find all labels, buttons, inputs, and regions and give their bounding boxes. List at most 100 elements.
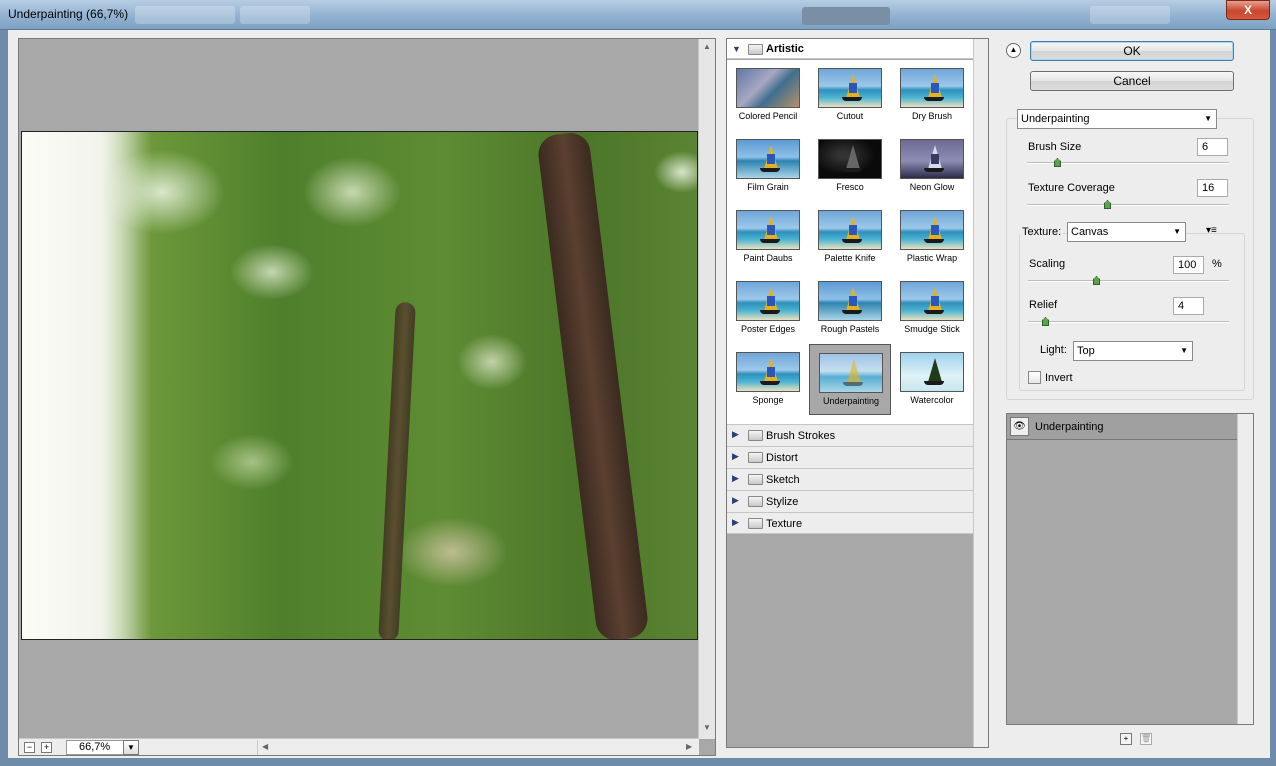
category-distort[interactable]: ▶ Distort [727,446,974,468]
thumbnail-image [900,139,964,179]
preview-horizontal-scrollbar[interactable]: ◀ ▶ [257,740,699,755]
tree-trunk [378,301,416,639]
thumb-label: Rough Pastels [820,324,880,334]
effect-layer-name: Underpainting [1035,421,1104,433]
category-label: Distort [766,452,798,464]
category-label: Texture [766,518,803,530]
delete-effect-layer-icon[interactable]: 🗑 [1140,733,1152,745]
background-search-ghost [1090,6,1170,24]
thumb-fresco[interactable]: Fresco [809,131,891,202]
scaling-input[interactable]: 100 [1173,256,1204,274]
invert-label: Invert [1045,372,1073,384]
thumb-cutout[interactable]: Cutout [809,60,891,131]
folder-icon [748,452,763,463]
preview-image[interactable] [21,131,698,640]
thumb-label: Underpainting [822,396,880,406]
folder-icon [748,474,763,485]
thumb-label: Neon Glow [909,182,955,192]
filter-select[interactable]: Underpainting ▼ [1017,109,1217,129]
cancel-button[interactable]: Cancel [1030,71,1234,91]
texture-menu-icon[interactable]: ▾≡ [1206,225,1217,236]
zoom-in-button[interactable]: + [41,742,52,753]
close-button[interactable]: X [1226,0,1270,20]
thumb-label: Colored Pencil [738,111,798,121]
thumb-watercolor[interactable]: Watercolor [891,344,973,415]
zoom-out-button[interactable]: − [24,742,35,753]
filter-settings-group: Underpainting ▼ Brush Size 6 Texture Cov… [1006,109,1254,400]
thumb-palette-knife[interactable]: Palette Knife [809,202,891,273]
folder-icon [748,496,763,507]
zoom-dropdown-button[interactable]: ▼ [123,740,139,755]
preview-pane[interactable]: ▲ ▼ − + 66,7% ▼ ◀ ▶ [18,38,716,756]
layers-scrollbar[interactable] [1237,414,1253,724]
thumb-underpainting[interactable]: Underpainting [809,344,891,415]
scroll-left-arrow-icon[interactable]: ◀ [262,742,268,751]
category-artistic[interactable]: ▼ Artistic [727,39,974,59]
relief-slider-thumb[interactable] [1042,317,1049,326]
thumb-dry-brush[interactable]: Dry Brush [891,60,973,131]
category-sketch[interactable]: ▶ Sketch [727,468,974,490]
ok-button[interactable]: OK [1030,41,1234,61]
thumb-label: Smudge Stick [904,324,960,334]
thumbnail-image [818,210,882,250]
filter-select-value: Underpainting [1021,113,1090,125]
expanded-triangle-icon: ▼ [732,44,741,54]
relief-slider-track[interactable] [1028,321,1229,323]
scroll-up-arrow-icon[interactable]: ▲ [703,42,711,51]
effect-layer-row[interactable]: 👁 Underpainting [1007,414,1238,440]
thumb-colored-pencil[interactable]: Colored Pencil [727,60,809,131]
thumbnail-image [736,139,800,179]
texture-coverage-input[interactable]: 16 [1197,179,1228,197]
collapsed-triangle-icon: ▶ [732,495,739,505]
preview-vertical-scrollbar[interactable]: ▲ ▼ [698,39,715,739]
thumb-label: Watercolor [910,395,954,405]
category-brush-strokes[interactable]: ▶ Brush Strokes [727,424,974,446]
category-stylize[interactable]: ▶ Stylize [727,490,974,512]
invert-checkbox[interactable] [1028,371,1041,384]
background-toolbar-ghost [135,6,235,24]
collapsed-triangle-icon: ▶ [732,451,739,461]
texture-select[interactable]: Canvas ▼ [1067,222,1186,242]
brush-size-slider-thumb[interactable] [1054,158,1061,167]
dropdown-arrow-icon: ▼ [1173,227,1181,236]
zoom-level-field[interactable]: 66,7% [66,740,124,755]
collapsed-triangle-icon: ▶ [732,473,739,483]
thumb-plastic-wrap[interactable]: Plastic Wrap [891,202,973,273]
thumbnail-image [736,352,800,392]
thumb-rough-pastels[interactable]: Rough Pastels [809,273,891,344]
tree-trunk [536,132,650,639]
texture-coverage-slider-track[interactable] [1027,204,1229,206]
folder-icon [748,430,763,441]
thumb-neon-glow[interactable]: Neon Glow [891,131,973,202]
light-label: Light: [1040,344,1067,356]
thumb-label: Cutout [836,111,864,121]
scroll-down-arrow-icon[interactable]: ▼ [703,723,711,732]
background-workspace-tab [802,7,890,25]
thumbnail-image [900,68,964,108]
brush-size-label: Brush Size [1028,141,1082,153]
thumb-paint-daubs[interactable]: Paint Daubs [727,202,809,273]
thumb-film-grain[interactable]: Film Grain [727,131,809,202]
thumbnail-image [736,281,800,321]
folder-icon [748,44,763,55]
brush-size-input[interactable]: 6 [1197,138,1228,156]
visibility-eye-icon[interactable]: 👁 [1010,417,1029,436]
preview-highlight [22,132,152,639]
gallery-scrollbar[interactable] [973,39,988,747]
thumb-smudge-stick[interactable]: Smudge Stick [891,273,973,344]
relief-input[interactable]: 4 [1173,297,1204,315]
texture-label: Texture: [1020,226,1064,238]
category-texture[interactable]: ▶ Texture [727,512,974,534]
light-select[interactable]: Top ▼ [1073,341,1193,361]
category-label: Stylize [766,496,799,508]
scroll-right-arrow-icon[interactable]: ▶ [686,742,692,751]
collapse-gallery-icon[interactable]: ▲ [1006,43,1021,58]
thumb-sponge[interactable]: Sponge [727,344,809,415]
folder-icon [748,518,763,529]
thumb-poster-edges[interactable]: Poster Edges [727,273,809,344]
scaling-slider-thumb[interactable] [1093,276,1100,285]
texture-coverage-slider-thumb[interactable] [1104,200,1111,209]
thumbnail-image [818,139,882,179]
new-effect-layer-icon[interactable]: + [1120,733,1132,745]
scaling-slider-track[interactable] [1028,280,1229,282]
